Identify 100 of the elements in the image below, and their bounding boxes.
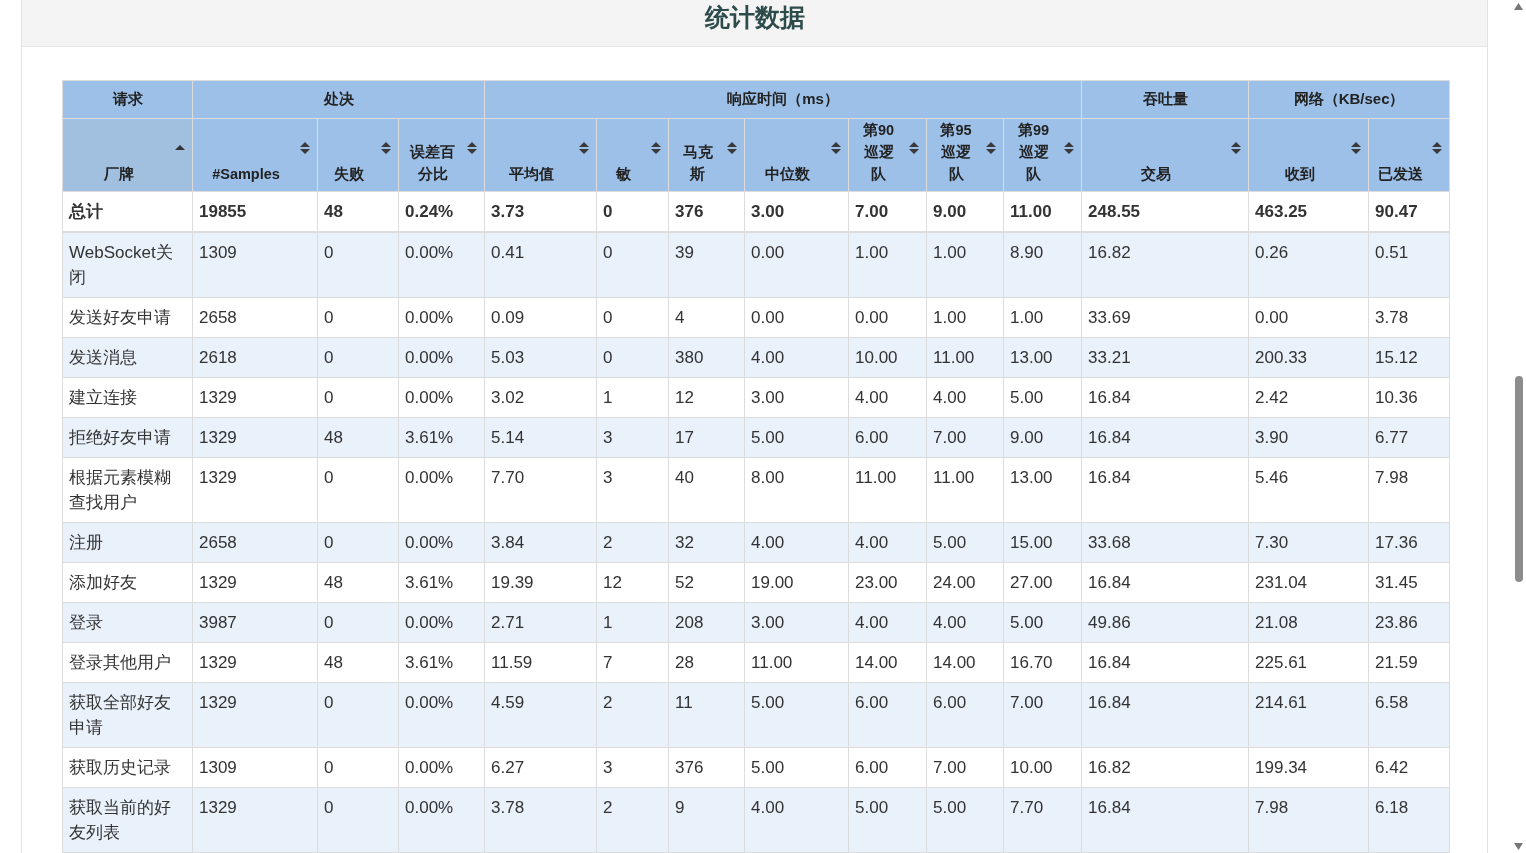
- column-header[interactable]: 中位数: [744, 118, 849, 192]
- table-cell: 24.00: [926, 562, 1004, 603]
- table-cell: 3.61%: [398, 642, 485, 683]
- table-cell: 11.00: [744, 642, 849, 683]
- sort-icon[interactable]: [726, 141, 738, 155]
- column-header[interactable]: 第95巡逻队: [926, 118, 1004, 192]
- sort-icon[interactable]: [1350, 141, 1363, 155]
- table-cell: 16.84: [1081, 562, 1249, 603]
- table-cell: 10.00: [1003, 747, 1082, 788]
- sort-icon[interactable]: [380, 141, 392, 155]
- table-cell: 1329: [192, 377, 318, 418]
- table-cell: 16.84: [1081, 417, 1249, 458]
- table-cell: 1.00: [926, 297, 1004, 338]
- scroll-up-icon[interactable]: [1514, 3, 1523, 10]
- table-cell: 总计: [62, 191, 193, 232]
- table-cell: 200.33: [1248, 337, 1369, 378]
- table-cell: 4.00: [848, 377, 927, 418]
- table-cell: 注册: [62, 522, 193, 563]
- table-cell: 13.00: [1003, 457, 1082, 523]
- table-cell: 6.77: [1368, 417, 1450, 458]
- table-cell: 2: [596, 522, 669, 563]
- table-cell: 16.82: [1081, 232, 1249, 298]
- column-header[interactable]: 失败: [317, 118, 399, 192]
- table-cell: 3: [596, 417, 669, 458]
- sort-icon[interactable]: [578, 141, 590, 155]
- sort-icon[interactable]: [466, 141, 478, 155]
- table-cell: 3.61%: [398, 417, 485, 458]
- column-header[interactable]: 已发送: [1368, 118, 1450, 192]
- table-cell: 1329: [192, 457, 318, 523]
- table-cell: 12: [668, 377, 745, 418]
- table-cell: 9.00: [1003, 417, 1082, 458]
- table-cell: 3: [596, 747, 669, 788]
- table-cell: 16.84: [1081, 787, 1249, 853]
- sort-icon[interactable]: [830, 141, 842, 155]
- sort-icon[interactable]: [1063, 141, 1076, 155]
- table-cell: 6.27: [484, 747, 597, 788]
- table-cell: 拒绝好友申请: [62, 417, 193, 458]
- column-header[interactable]: 平均值: [484, 118, 597, 192]
- table-cell: 3987: [192, 602, 318, 643]
- table-cell: 49.86: [1081, 602, 1249, 643]
- table-cell: 0.09: [484, 297, 597, 338]
- table-cell: 4.00: [848, 602, 927, 643]
- scrollbar-thumb[interactable]: [1514, 376, 1523, 582]
- table-cell: 11.59: [484, 642, 597, 683]
- column-header[interactable]: 第99巡逻队: [1003, 118, 1082, 192]
- table-cell: 获取当前的好友列表: [62, 787, 193, 853]
- table-cell: 3.78: [1368, 297, 1450, 338]
- table-cell: 16.84: [1081, 457, 1249, 523]
- table-cell: 5.46: [1248, 457, 1369, 523]
- column-header[interactable]: #Samples: [192, 118, 318, 192]
- sort-icon[interactable]: [908, 141, 920, 155]
- table-cell: 添加好友: [62, 562, 193, 603]
- table-cell: 14.00: [848, 642, 927, 683]
- table-cell: 7.70: [1003, 787, 1082, 853]
- table-cell: 4.00: [744, 787, 849, 853]
- table-cell: 33.21: [1081, 337, 1249, 378]
- table-cell: 5.00: [848, 787, 927, 853]
- table-cell: 1: [596, 377, 669, 418]
- sort-icon[interactable]: [299, 141, 311, 155]
- column-header[interactable]: 收到: [1248, 118, 1369, 192]
- table-cell: 1.00: [848, 232, 927, 298]
- table-cell: 1329: [192, 682, 318, 748]
- table-cell: 3.78: [484, 787, 597, 853]
- column-header[interactable]: 误差百分比: [398, 118, 485, 192]
- table-cell: 0: [317, 297, 399, 338]
- table-cell: 5.00: [744, 417, 849, 458]
- table-cell: 231.04: [1248, 562, 1369, 603]
- table-cell: 4.59: [484, 682, 597, 748]
- table-cell: 发送好友申请: [62, 297, 193, 338]
- table-cell: 0: [596, 297, 669, 338]
- table-cell: 7.98: [1248, 787, 1369, 853]
- sort-icon[interactable]: [650, 141, 662, 155]
- table-cell: 建立连接: [62, 377, 193, 418]
- table-cell: 4.00: [926, 377, 1004, 418]
- column-header[interactable]: 交易: [1081, 118, 1249, 192]
- table-cell: 7.30: [1248, 522, 1369, 563]
- table-cell: 1309: [192, 747, 318, 788]
- table-cell: 11: [668, 682, 745, 748]
- table-cell: 6.00: [926, 682, 1004, 748]
- table-cell: 2: [596, 682, 669, 748]
- scroll-down-icon[interactable]: [1514, 843, 1523, 850]
- table-cell: 0.00%: [398, 457, 485, 523]
- table-cell: 0.51: [1368, 232, 1450, 298]
- column-header[interactable]: 厂牌: [62, 118, 193, 192]
- column-header[interactable]: 马克斯: [668, 118, 745, 192]
- table-cell: 4.00: [848, 522, 927, 563]
- sort-icon[interactable]: [1230, 141, 1243, 155]
- table-cell: 1329: [192, 562, 318, 603]
- table-cell: 16.82: [1081, 747, 1249, 788]
- sort-icon[interactable]: [985, 141, 997, 155]
- table-cell: 5.00: [926, 787, 1004, 853]
- table-cell: 获取全部好友申请: [62, 682, 193, 748]
- table-cell: 6.00: [848, 682, 927, 748]
- table-cell: 0: [317, 457, 399, 523]
- sort-icon[interactable]: [1431, 141, 1444, 155]
- table-cell: 48: [317, 417, 399, 458]
- column-header[interactable]: 敏: [596, 118, 669, 192]
- group-header: 网络（KB/sec）: [1248, 80, 1450, 119]
- column-header[interactable]: 第90巡逻队: [848, 118, 927, 192]
- table-cell: 7.70: [484, 457, 597, 523]
